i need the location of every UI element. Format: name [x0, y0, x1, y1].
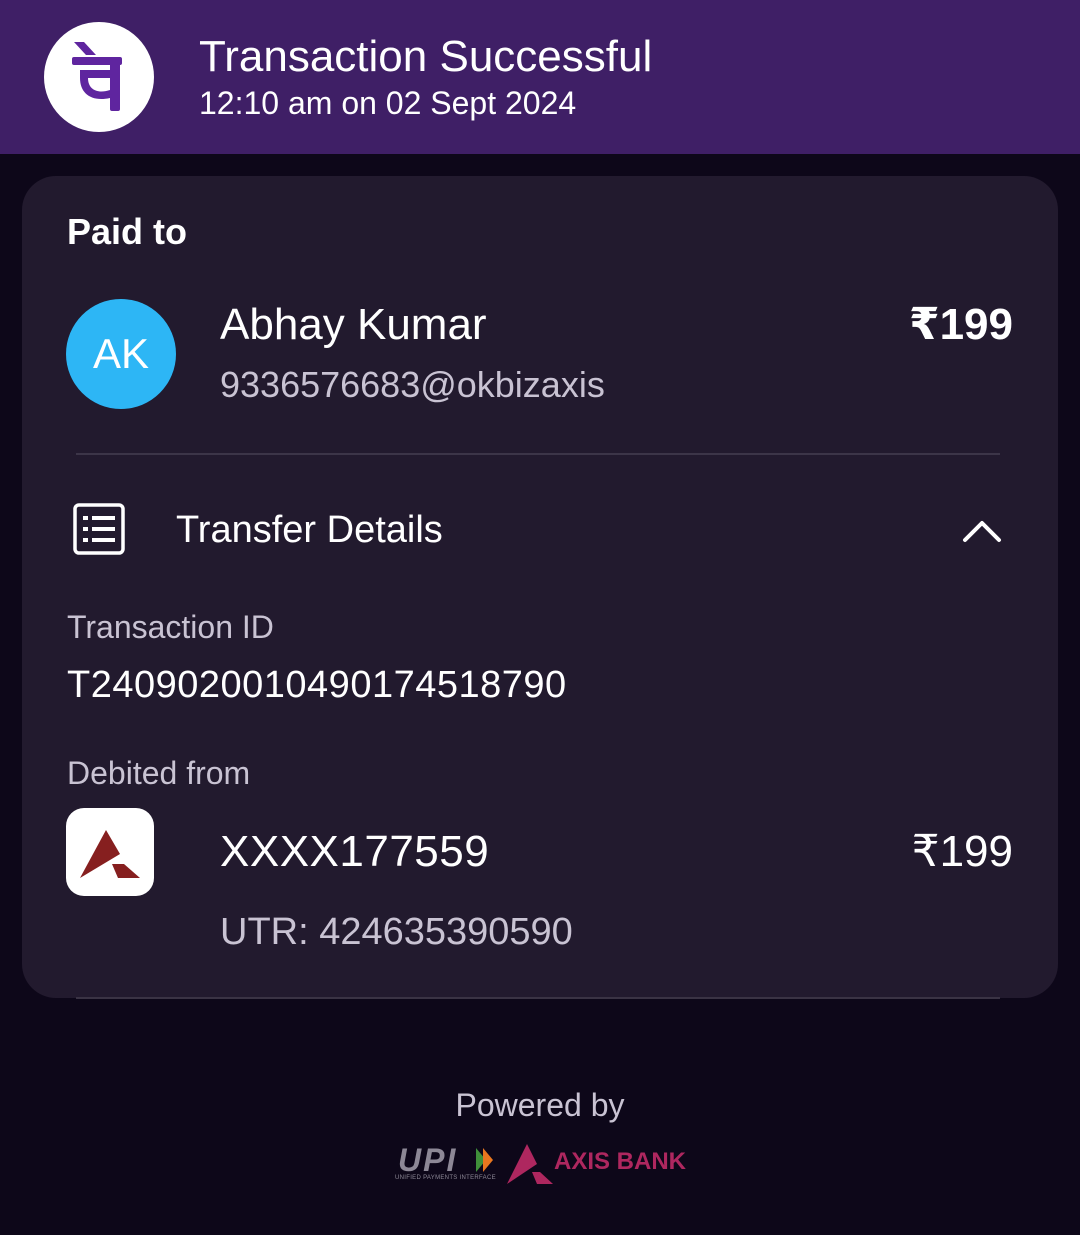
transaction-header: Transaction Successful 12:10 am on 02 Se…	[0, 0, 1080, 154]
transaction-status-title: Transaction Successful	[199, 32, 653, 81]
axis-bank-logo-icon	[66, 808, 154, 896]
debited-account-number: XXXX177559	[220, 827, 490, 876]
section-divider	[76, 453, 1000, 455]
receipt-list-icon	[72, 502, 126, 556]
payee-upi-id: 9336576683@okbizaxis	[220, 364, 605, 405]
payee-avatar: AK	[66, 299, 176, 409]
transaction-details-card: Paid to AK Abhay Kumar 9336576683@okbiza…	[22, 176, 1058, 998]
utr-number[interactable]: UTR: 424635390590	[220, 909, 573, 955]
powered-by-label: Powered by	[455, 1087, 625, 1123]
debited-amount: ₹199	[911, 827, 1013, 876]
payee-name: Abhay Kumar	[220, 300, 487, 349]
debited-from-label: Debited from	[67, 755, 251, 791]
transaction-timestamp: 12:10 am on 02 Sept 2024	[199, 85, 577, 121]
footer-divider	[76, 997, 1000, 999]
transfer-details-toggle[interactable]: Transfer Details	[176, 507, 443, 553]
transaction-id-value[interactable]: T2409020010490174518790	[67, 662, 567, 708]
paid-amount: ₹199	[908, 300, 1013, 349]
upi-logo-subtitle: UNIFIED PAYMENTS INTERFACE	[395, 1175, 496, 1181]
transaction-id-label: Transaction ID	[67, 609, 274, 645]
axis-bank-wordmark: AXIS BANK	[554, 1148, 687, 1175]
phonepe-logo-icon	[44, 22, 154, 132]
paid-to-label: Paid to	[67, 211, 188, 252]
axis-bank-mark-icon	[505, 1142, 555, 1186]
upi-arrow-icon	[474, 1146, 496, 1174]
chevron-up-icon[interactable]	[960, 512, 1004, 548]
